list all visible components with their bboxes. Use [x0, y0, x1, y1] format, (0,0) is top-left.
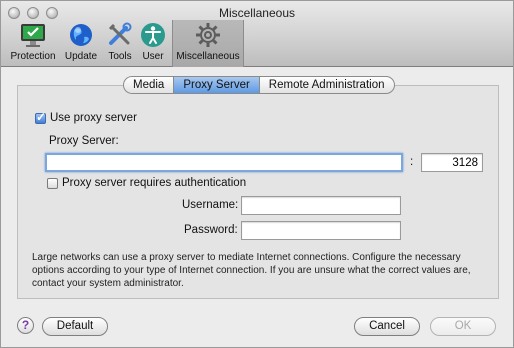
proxy-port-input[interactable] — [421, 153, 483, 172]
cancel-button[interactable]: Cancel — [354, 317, 420, 336]
use-proxy-checkbox[interactable] — [35, 110, 46, 124]
username-input[interactable] — [241, 196, 401, 215]
gear-icon — [196, 23, 220, 47]
title-toolbar: Miscellaneous Protection Update Tools Us… — [1, 1, 513, 67]
window-title: Miscellaneous — [218, 6, 296, 20]
ok-button[interactable]: OK — [430, 317, 496, 336]
toolbar-miscellaneous-label: Miscellaneous — [176, 51, 240, 62]
proxy-auth-label: Proxy server requires authentication — [62, 177, 247, 189]
preferences-tabs: Media Proxy Server Remote Administration — [123, 76, 395, 94]
proxy-auth-checkbox[interactable] — [47, 178, 58, 189]
toolbar-user-label: User — [142, 51, 164, 62]
proxy-server-input[interactable] — [45, 153, 403, 172]
port-separator: : — [410, 156, 414, 168]
default-button[interactable]: Default — [42, 317, 108, 336]
tools-icon — [108, 22, 132, 45]
toolbar-update-label: Update — [64, 51, 98, 62]
toolbar-protection-label: Protection — [10, 51, 56, 62]
toolbar-tools-label: Tools — [108, 51, 132, 62]
password-input[interactable] — [241, 221, 401, 240]
toolbar-tools[interactable]: Tools — [105, 21, 135, 65]
monitor-check-icon — [21, 24, 45, 47]
toolbar-miscellaneous[interactable]: Miscellaneous — [172, 20, 244, 67]
toolbar-protection[interactable]: Protection — [9, 21, 57, 65]
proxy-info-text: Large networks can use a proxy server to… — [32, 252, 471, 289]
toolbar-user[interactable]: User — [139, 21, 167, 65]
tab-media[interactable]: Media — [124, 77, 175, 93]
use-proxy-label: Use proxy server — [50, 112, 137, 124]
globe-icon — [70, 24, 92, 46]
proxy-server-label: Proxy Server: — [49, 135, 119, 147]
preferences-window: Miscellaneous Protection Update Tools Us… — [0, 0, 514, 348]
username-label: Username: — [182, 199, 239, 211]
toolbar-update[interactable]: Update — [63, 21, 99, 65]
help-button[interactable]: ? — [17, 317, 34, 334]
user-accessibility-icon — [141, 23, 165, 47]
tab-proxy-server[interactable]: Proxy Server — [174, 77, 260, 93]
password-label: Password: — [184, 224, 238, 236]
tab-remote-administration[interactable]: Remote Administration — [260, 77, 394, 93]
